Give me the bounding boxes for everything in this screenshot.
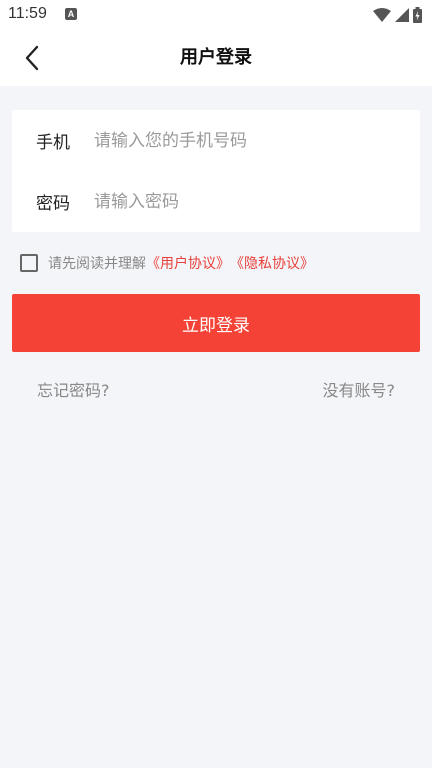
battery-icon xyxy=(413,7,422,23)
notification-icon: A xyxy=(65,8,77,20)
user-agreement-link[interactable]: 《用户协议》 xyxy=(146,253,230,273)
register-link[interactable]: 没有账号? xyxy=(323,377,396,401)
page-title: 用户登录 xyxy=(180,47,252,68)
signal-icon xyxy=(395,8,409,22)
password-label: 密码 xyxy=(36,194,70,214)
agreement-checkbox[interactable] xyxy=(20,254,38,272)
back-button[interactable] xyxy=(16,42,48,74)
header: 用户登录 xyxy=(0,30,432,86)
password-input[interactable] xyxy=(94,181,420,222)
status-time: 11:59 xyxy=(8,5,47,22)
login-button[interactable]: 立即登录 xyxy=(12,294,420,352)
status-icons xyxy=(373,6,422,24)
agreement-row: 请先阅读并理解 《用户协议》 《隐私协议》 xyxy=(20,252,314,274)
wifi-icon xyxy=(373,8,391,22)
status-bar: 11:59 A xyxy=(0,0,432,30)
forgot-password-link[interactable]: 忘记密码? xyxy=(37,377,110,401)
phone-row: 手机 xyxy=(12,110,420,171)
phone-label: 手机 xyxy=(36,133,70,153)
login-form: 手机 密码 xyxy=(12,110,420,232)
agreement-prefix: 请先阅读并理解 xyxy=(48,256,146,272)
chevron-left-icon xyxy=(25,45,39,71)
privacy-policy-link[interactable]: 《隐私协议》 xyxy=(230,253,314,273)
password-row: 密码 xyxy=(12,171,420,232)
phone-input[interactable] xyxy=(94,120,420,161)
